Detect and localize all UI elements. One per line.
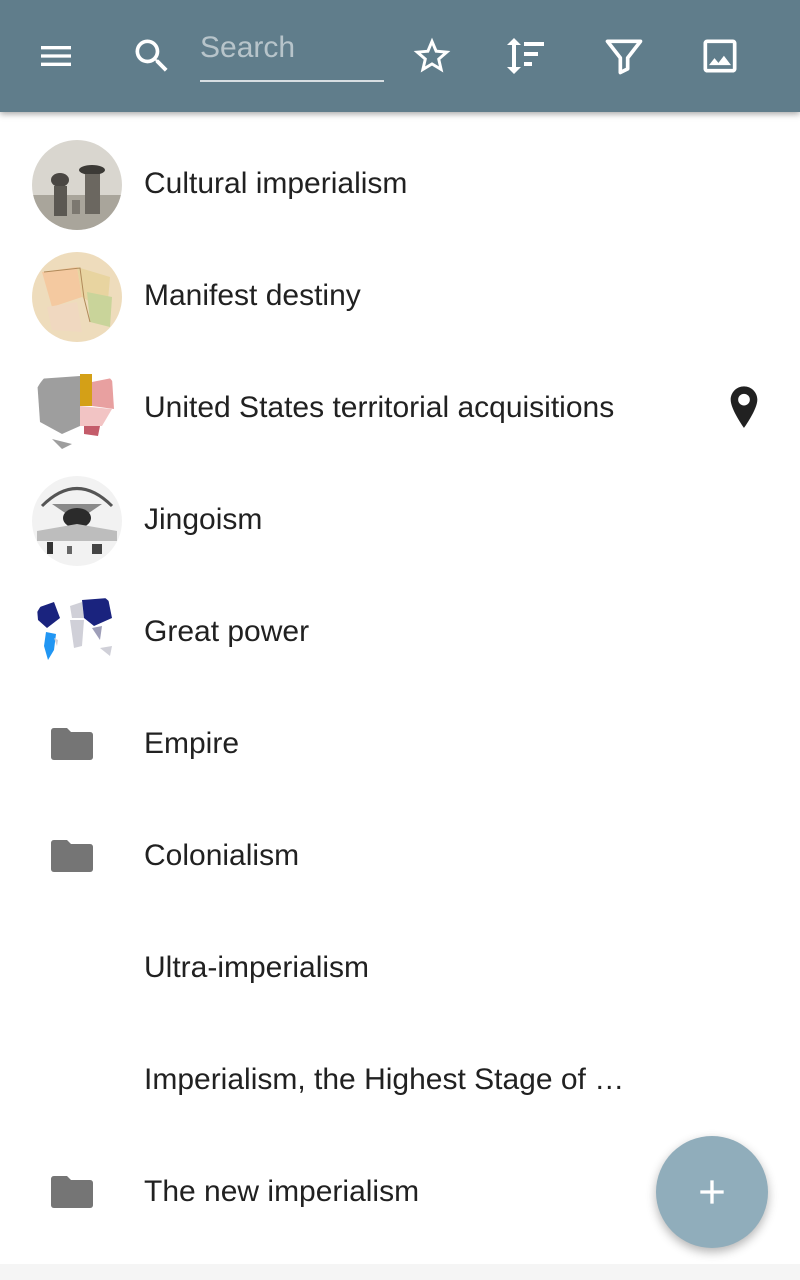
folder-icon	[50, 1174, 94, 1210]
list-item-label: Empire	[144, 727, 240, 760]
list-item-label: Cultural imperialism	[144, 167, 408, 200]
list-item-label: Imperialism, the Highest Stage of …	[144, 1063, 625, 1096]
search-field[interactable]	[200, 22, 384, 82]
list-item[interactable]: Empire	[0, 688, 800, 800]
plus-icon	[700, 1180, 724, 1204]
list-item[interactable]: Jingoism	[0, 464, 800, 576]
add-button[interactable]	[656, 1136, 768, 1248]
list-item-label: Manifest destiny	[144, 279, 361, 312]
list-item-label: Colonialism	[144, 839, 300, 872]
folder-icon	[50, 726, 94, 762]
list-item[interactable]: Colonialism	[0, 800, 800, 912]
thumbnail-image	[32, 364, 122, 454]
bottom-edge	[0, 1264, 800, 1280]
search-icon[interactable]	[124, 28, 180, 84]
list-item[interactable]: Ultra-imperialism	[0, 912, 800, 1024]
list-item-label: United States territorial acquisitions	[144, 391, 615, 424]
list-item-label: Jingoism	[144, 503, 263, 536]
list-item[interactable]: Imperialism, the Highest Stage of …	[0, 1024, 800, 1136]
list-item-label: Ultra-imperialism	[144, 951, 370, 984]
image-icon[interactable]	[692, 28, 748, 84]
filter-icon[interactable]	[596, 28, 652, 84]
list-item[interactable]: United States territorial acquisitions	[0, 352, 800, 464]
app-toolbar	[0, 0, 800, 112]
list-item-label: The new imperialism	[144, 1175, 420, 1208]
star-icon[interactable]	[404, 28, 460, 84]
thumbnail-image	[32, 140, 122, 230]
thumbnail-image	[32, 252, 122, 342]
thumbnail-image	[32, 588, 122, 678]
folder-icon	[50, 838, 94, 874]
thumbnail-image	[32, 476, 122, 566]
list-item[interactable]: Cultural imperialism	[0, 128, 800, 240]
list-item[interactable]: Great power	[0, 576, 800, 688]
location-pin-icon[interactable]	[724, 384, 764, 432]
menu-icon[interactable]	[28, 28, 84, 84]
search-input[interactable]	[200, 22, 384, 80]
list-item-label: Great power	[144, 615, 310, 648]
article-list: Cultural imperialism Manifest destiny Un…	[0, 128, 800, 1248]
list-item[interactable]: Manifest destiny	[0, 240, 800, 352]
sort-icon[interactable]	[498, 28, 554, 84]
